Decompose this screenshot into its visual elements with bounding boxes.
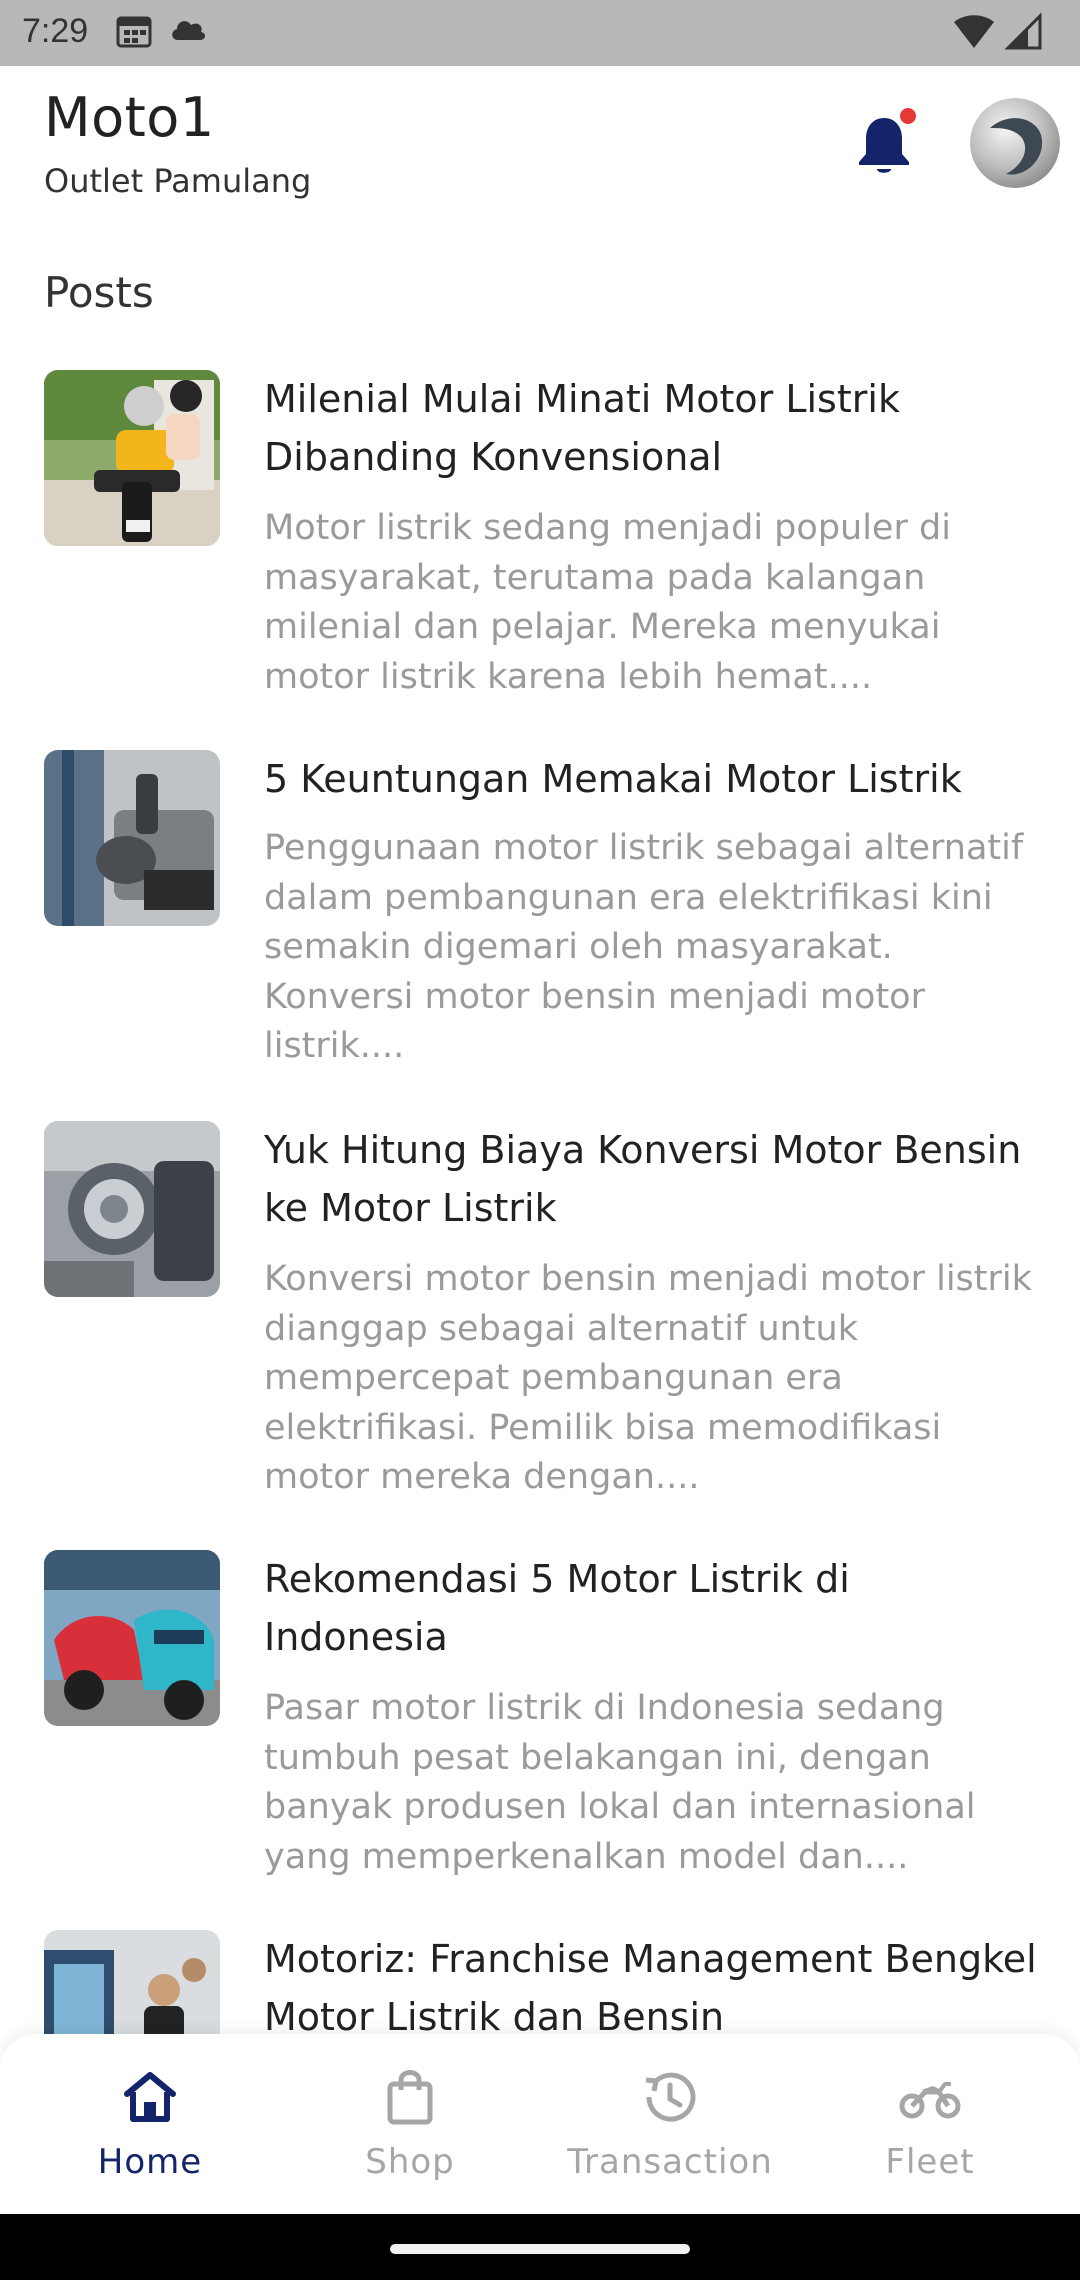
post-excerpt: Pasar motor listrik di Indonesia sedang …: [264, 1688, 976, 1877]
motorcycle-icon: [899, 2082, 961, 2119]
nav-label-fleet: Fleet: [885, 2142, 975, 2182]
wifi-icon: [954, 15, 994, 48]
nav-item-shop[interactable]: Shop: [280, 2034, 540, 2214]
gesture-handle[interactable]: [390, 2244, 690, 2254]
notification-badge: [900, 108, 916, 124]
posts-section-title: Posts: [44, 268, 154, 317]
system-navigation-bar: [0, 2214, 1080, 2280]
post-title: Motoriz: Franchise Management Bengkel Mo…: [264, 1937, 1037, 2038]
post-excerpt: Motor listrik sedang menjadi populer di …: [264, 508, 951, 697]
nav-label-home: Home: [97, 2142, 203, 2182]
post-title: Rekomendasi 5 Motor Listrik di Indonesia: [264, 1557, 850, 1659]
post-thumbnail: [44, 1930, 220, 2038]
posts-list: Milenial Mulai Minati Motor Listrik Diba…: [0, 370, 1080, 2038]
bottom-navigation: Home Shop Transaction Fleet: [0, 2034, 1080, 2214]
post-title: Yuk Hitung Biaya Konversi Motor Bensin k…: [264, 1128, 1022, 1230]
nav-label-shop: Shop: [365, 2142, 455, 2182]
outlet-name: Outlet Pamulang: [44, 162, 312, 200]
status-bar: 7:29: [0, 0, 1080, 66]
home-icon: [124, 2072, 176, 2122]
post-excerpt: Penggunaan motor listrik sebagai alterna…: [264, 828, 1024, 1066]
status-time: 7:29: [22, 12, 89, 50]
signal-icon: [1004, 12, 1042, 50]
post-excerpt: Konversi motor bensin menjadi motor list…: [264, 1259, 1032, 1497]
nav-item-transaction[interactable]: Transaction: [540, 2034, 800, 2214]
avatar[interactable]: [970, 98, 1060, 188]
calendar-icon: [116, 16, 152, 48]
nav-label-transaction: Transaction: [567, 2142, 773, 2182]
post-title: Milenial Mulai Minati Motor Listrik Diba…: [264, 377, 900, 479]
post-title: 5 Keuntungan Memakai Motor Listrik: [264, 757, 962, 801]
cloud-icon: [172, 21, 206, 40]
header: Moto1 Outlet Pamulang: [0, 66, 1080, 236]
post-thumbnail: [44, 750, 220, 926]
post-thumbnail: [44, 370, 220, 546]
nav-item-fleet[interactable]: Fleet: [800, 2034, 1060, 2214]
nav-item-home[interactable]: Home: [20, 2034, 280, 2214]
app-title: Moto1: [44, 86, 215, 149]
history-icon: [645, 2072, 696, 2122]
post-thumbnail: [44, 1121, 220, 1297]
shopping-bag-icon: [387, 2070, 433, 2125]
post-thumbnail: [44, 1550, 220, 1726]
